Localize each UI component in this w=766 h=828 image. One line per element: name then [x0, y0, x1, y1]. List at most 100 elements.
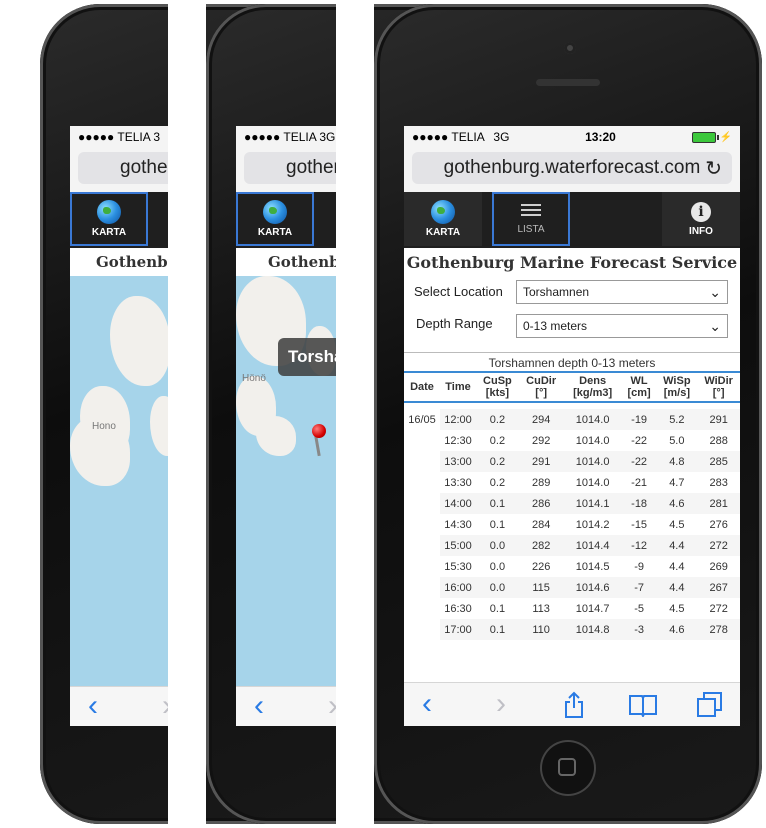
table-cell: 16:00 — [440, 577, 476, 598]
app-nav: KARTA LISTA i INFO — [404, 192, 740, 248]
table-cell: 14:30 — [444, 518, 472, 531]
table-row: 14:00 0.1 286 1014.1 -18 4.6 281 — [404, 493, 740, 514]
table-cell: 292 — [531, 434, 551, 447]
table-row: 15:30 0.0 226 1014.5 -9 4.4 269 — [404, 556, 740, 577]
table-cell: 113 — [532, 602, 550, 615]
table-cell: 12:00 — [440, 409, 476, 430]
clock: 13:20 — [585, 130, 616, 144]
table-cell: 4.8 — [656, 451, 698, 472]
location-select[interactable]: Torshamnen ⌄ — [516, 280, 728, 304]
table-cell: 272 — [697, 535, 740, 556]
table-cell: -9 — [634, 560, 644, 573]
table-cell: 1014.0 — [575, 476, 610, 489]
table-cell: 284 — [531, 518, 551, 531]
tab-karta[interactable]: KARTA — [70, 192, 148, 246]
table-row: 13:00 0.2 291 1014.0 -22 4.8 285 — [404, 451, 740, 472]
table-cell: -3 — [621, 619, 657, 640]
table-body: 16/05 12:00 0.2 294 1014.0 -19 5.2 291 12:30 0.2 2… — [404, 409, 740, 640]
status-bar: ●●●●● TELIA 3G 13:20 ⚡ — [404, 126, 740, 148]
reload-icon[interactable]: ↻ — [705, 156, 722, 181]
tab-karta[interactable]: KARTA — [236, 192, 314, 246]
globe-icon — [97, 200, 121, 224]
url-field[interactable]: gothenburg.waterforecast.com ↻ — [412, 152, 732, 184]
table-cell: 13:30 — [444, 476, 472, 489]
map-place-label: Hono — [92, 421, 116, 432]
table-cell: 294 — [518, 409, 564, 430]
filter-form: Select Location Torshamnen ⌄ Depth Range … — [404, 276, 740, 352]
table-cell — [404, 598, 440, 619]
table-cell: 1014.0 — [575, 434, 610, 447]
table-cell — [404, 514, 440, 535]
table-cell: -12 — [621, 535, 657, 556]
tab-lista[interactable]: LISTA — [492, 192, 570, 246]
table-cell: -22 — [621, 451, 657, 472]
table-cell: 286 — [518, 493, 564, 514]
table-cell: -19 — [621, 409, 657, 430]
tab-karta[interactable]: KARTA — [404, 192, 482, 246]
table-cell: 17:00 — [440, 619, 476, 640]
tabs-icon[interactable] — [696, 691, 724, 719]
table-row: 16:00 0.0 115 1014.6 -7 4.4 267 — [404, 577, 740, 598]
home-button[interactable] — [540, 740, 596, 796]
table-cell: 4.7 — [669, 476, 685, 489]
header-wisp: WiSp [m/s] — [663, 375, 691, 399]
map-pin-icon[interactable] — [312, 424, 326, 438]
table-cell: 0.2 — [476, 451, 519, 472]
table-cell: 14:00 — [440, 493, 476, 514]
share-icon[interactable] — [564, 691, 584, 719]
depth-select[interactable]: 0-13 meters ⌄ — [516, 314, 728, 338]
table-cell: 291 — [518, 451, 564, 472]
header-cudir: CuDir [°] — [526, 375, 557, 399]
table-cell: 4.4 — [656, 535, 698, 556]
table-cell: 5.2 — [656, 409, 698, 430]
table-cell: 291 — [697, 409, 740, 430]
table-cell: 1014.5 — [575, 560, 610, 573]
header-time: Time — [445, 381, 471, 393]
table-cell: 12:30 — [444, 434, 472, 447]
chevron-down-icon: ⌄ — [709, 284, 721, 300]
table-cell: 269 — [709, 560, 728, 573]
header-dens: Dens [kg/m3] — [573, 375, 613, 399]
globe-icon — [431, 200, 455, 224]
forward-arrow-icon[interactable]: › — [496, 689, 506, 719]
table-cell: 1014.6 — [563, 577, 622, 598]
forecast-table: Date Time CuSp [kts] CuDir [°] Dens [kg/m3]… — [404, 373, 740, 640]
table-cell: -22 — [631, 434, 648, 447]
table-cell: 1014.7 — [575, 602, 610, 615]
back-arrow-icon[interactable]: ‹ — [88, 691, 98, 721]
home-square-icon — [558, 758, 576, 776]
header-widir: WiDir [°] — [704, 375, 733, 399]
table-cell: 289 — [531, 476, 551, 489]
table-cell: 0.0 — [476, 577, 519, 598]
book-icon[interactable] — [628, 693, 658, 717]
back-arrow-icon[interactable]: ‹ — [254, 691, 264, 721]
carrier-label: ●●●●● TELIA — [412, 130, 485, 144]
table-cell: 0.2 — [489, 434, 506, 447]
table-cell: -18 — [621, 493, 657, 514]
url-text: gothenburg.waterforecast.com — [443, 157, 701, 178]
back-arrow-icon[interactable]: ‹ — [422, 689, 432, 719]
table-row: 17:00 0.1 110 1014.8 -3 4.6 278 — [404, 619, 740, 640]
table-cell: 1014.0 — [563, 409, 622, 430]
table-row: 16/05 12:00 0.2 294 1014.0 -19 5.2 291 — [404, 409, 740, 430]
table-cell: 0.0 — [476, 535, 519, 556]
depth-label: Depth Range — [416, 316, 493, 331]
table-cell — [404, 430, 440, 451]
table-cell: 0.2 — [476, 409, 519, 430]
table-cell: 272 — [709, 602, 728, 615]
table-header-row: Date Time CuSp [kts] CuDir [°] Dens [kg/m3]… — [404, 373, 740, 402]
table-cell: 0.0 — [489, 560, 506, 573]
speaker-grille — [536, 79, 600, 86]
chevron-down-icon: ⌄ — [709, 318, 721, 334]
table-cell: 16/05 — [408, 413, 436, 426]
table-cell: 281 — [697, 493, 740, 514]
url-bar[interactable]: gothenburg.waterforecast.com ↻ — [404, 148, 740, 192]
tab-info[interactable]: i INFO — [662, 192, 740, 246]
table-cell: 282 — [518, 535, 564, 556]
table-cell: 278 — [697, 619, 740, 640]
table-cell: 110 — [518, 619, 564, 640]
camera-icon — [564, 42, 576, 54]
table-cell: 0.2 — [489, 476, 506, 489]
table-cell — [404, 577, 440, 598]
table-cell: 226 — [531, 560, 551, 573]
